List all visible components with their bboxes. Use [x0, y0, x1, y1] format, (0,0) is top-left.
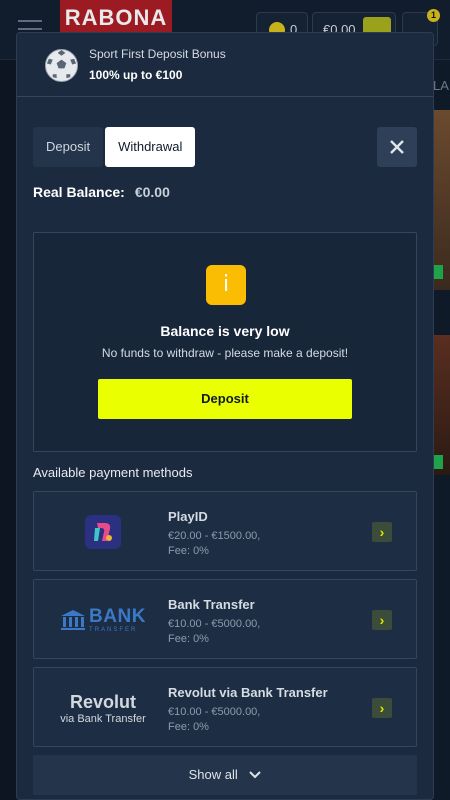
payment-method-revolut[interactable]: Revolut via Bank Transfer Revolut via Ba… — [33, 667, 417, 747]
background-game-card — [432, 335, 450, 475]
bank-transfer-logo: BANK TRANSFER — [48, 592, 158, 648]
cashier-modal: Sport First Deposit Bonus 100% up to €10… — [16, 32, 434, 800]
method-range: €10.00 - €5000.00, — [168, 706, 261, 718]
low-balance-notice: i Balance is very low No funds to withdr… — [33, 232, 417, 452]
background-sidebar — [0, 60, 16, 800]
tab-withdrawal[interactable]: Withdrawal — [105, 127, 196, 167]
real-balance: Real Balance: €0.00 — [33, 184, 170, 200]
playid-logo — [48, 504, 158, 560]
show-all-label: Show all — [188, 767, 238, 782]
notice-message: No funds to withdraw - please make a dep… — [101, 346, 349, 360]
chevron-down-icon — [249, 771, 262, 779]
background-label: LA — [433, 78, 449, 93]
tab-deposit[interactable]: Deposit — [33, 127, 104, 167]
revolut-logo: Revolut via Bank Transfer — [48, 680, 158, 736]
site-logo[interactable]: RABONA — [60, 0, 172, 36]
playid-logo-icon — [85, 515, 121, 549]
cashier-tabs: Deposit Withdrawal — [33, 127, 196, 167]
method-fee: Fee: 0% — [168, 633, 209, 645]
background-tag — [433, 265, 443, 279]
method-range: €10.00 - €5000.00, — [168, 618, 261, 630]
bank-logo-text: BANK — [89, 605, 146, 627]
payment-methods-heading: Available payment methods — [33, 465, 193, 480]
method-fee: Fee: 0% — [168, 545, 209, 557]
bank-building-icon — [61, 610, 86, 630]
show-all-button[interactable]: Show all — [33, 755, 417, 795]
notice-title: Balance is very low — [160, 323, 290, 339]
bonus-title: Sport First Deposit Bonus — [89, 47, 226, 61]
balance-value: €0.00 — [134, 184, 170, 200]
chevron-right-icon[interactable]: › — [372, 522, 392, 542]
method-range: €20.00 - €1500.00, — [168, 530, 261, 542]
revolut-logo-subtext: via Bank Transfer — [60, 712, 146, 725]
soccer-ball-icon — [44, 48, 79, 83]
bank-logo-subtext: TRANSFER — [89, 626, 138, 633]
deposit-button[interactable]: Deposit — [98, 379, 352, 419]
revolut-logo-text: Revolut — [69, 691, 136, 712]
method-name: PlayID — [168, 509, 208, 524]
chevron-right-icon[interactable]: › — [372, 610, 392, 630]
payment-method-playid[interactable]: PlayID €20.00 - €1500.00, Fee: 0% › — [33, 491, 417, 571]
method-name: Bank Transfer — [168, 597, 255, 612]
background-game-card — [432, 110, 450, 290]
method-fee: Fee: 0% — [168, 721, 209, 733]
close-icon — [390, 140, 404, 154]
balance-label: Real Balance: — [33, 184, 125, 200]
payment-method-bank-transfer[interactable]: BANK TRANSFER Bank Transfer €10.00 - €50… — [33, 579, 417, 659]
method-name: Revolut via Bank Transfer — [168, 685, 328, 700]
bonus-banner[interactable]: Sport First Deposit Bonus 100% up to €10… — [17, 33, 433, 97]
chevron-right-icon[interactable]: › — [372, 698, 392, 718]
notification-badge: 1 — [427, 9, 440, 22]
info-icon: i — [206, 265, 246, 305]
background-tag — [433, 455, 443, 469]
bonus-subtitle: 100% up to €100 — [89, 68, 183, 82]
close-button[interactable] — [377, 127, 417, 167]
